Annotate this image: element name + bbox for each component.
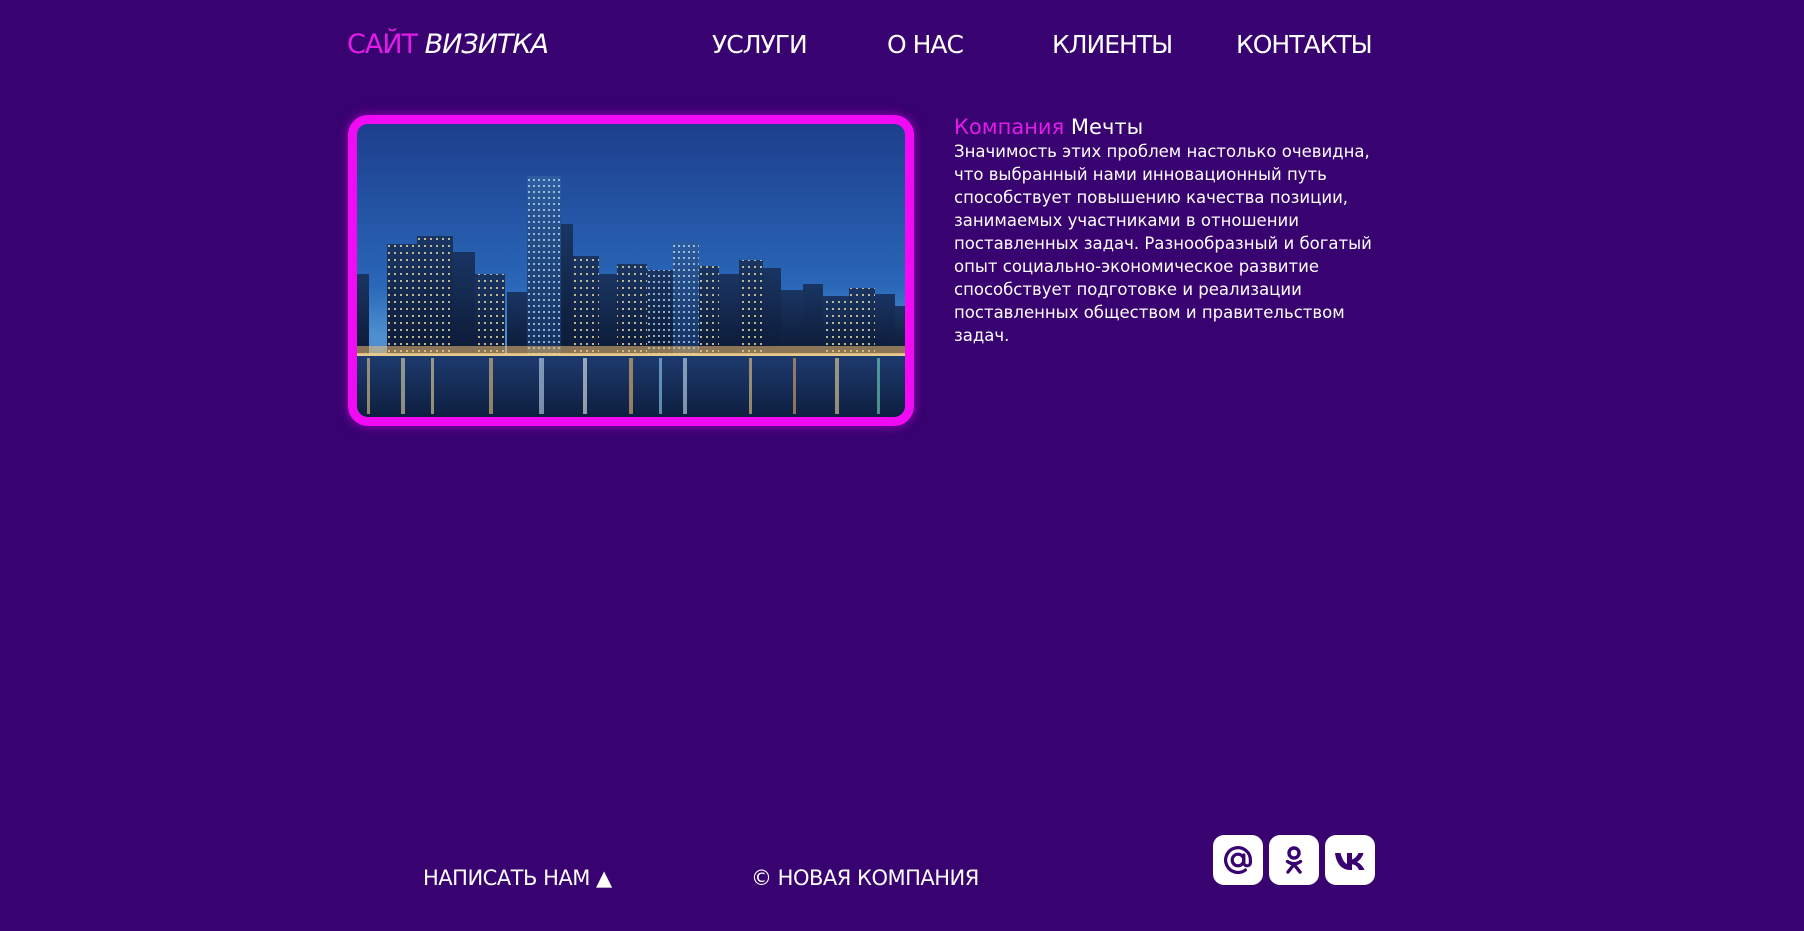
- hero-image-frame: [348, 115, 914, 426]
- vk-button[interactable]: [1325, 835, 1375, 885]
- vk-icon: [1335, 853, 1365, 870]
- about-description: Значимость этих проблем настолько очевид…: [954, 142, 1372, 345]
- odnoklassniki-button[interactable]: [1269, 835, 1319, 885]
- nav-clients[interactable]: КЛИЕНТЫ: [1052, 28, 1173, 62]
- about-title-main: Мечты: [1070, 115, 1144, 139]
- copyright-text: © НОВАЯ КОМПАНИЯ: [751, 866, 979, 890]
- about-title: Компания Мечты: [954, 114, 1143, 140]
- nav-about[interactable]: О НАС: [887, 28, 964, 62]
- logo-main-text: ВИЗИТКА: [424, 29, 549, 60]
- odnoklassniki-icon: [1285, 846, 1303, 874]
- logo-accent-text: САЙТ: [347, 29, 418, 60]
- write-us-link[interactable]: НАПИСАТЬ НАМ ▲: [423, 864, 612, 892]
- city-skyline-image: [357, 124, 905, 417]
- nav-services[interactable]: УСЛУГИ: [712, 28, 808, 62]
- site-logo[interactable]: САЙТ ВИЗИТКА: [347, 28, 549, 62]
- about-title-accent: Компания: [954, 115, 1065, 139]
- mail-at-icon: [1224, 846, 1252, 875]
- nav-contacts[interactable]: КОНТАКТЫ: [1236, 28, 1373, 62]
- mail-at-button[interactable]: [1213, 835, 1263, 885]
